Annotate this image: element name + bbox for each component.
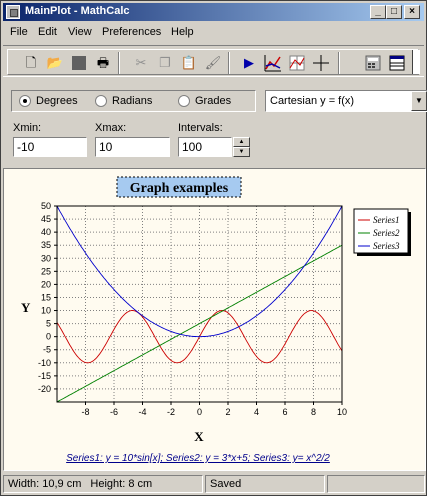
toolbar: 🗋 📂 🖶 ✂ ❐ 📋 🖌 ▶ — [3, 45, 424, 77]
table-icon[interactable] — [388, 54, 406, 72]
main-window: MainPlot - MathCalc _ □ × File Edit View… — [0, 0, 427, 496]
chart-footer: Series1: y = 10*sin[x]; Series2: y = 3*x… — [66, 453, 330, 464]
x-tick-label: 0 — [197, 407, 202, 417]
chart-svg: Graph examples -8 -6 -4 -2 0 2 4 6 8 10-20-15-10-… — [21, 176, 411, 464]
open-folder-icon[interactable]: 📂 — [46, 54, 64, 72]
brush-icon[interactable]: 🖌 — [204, 54, 222, 72]
radio-grades-indicator[interactable] — [178, 95, 190, 107]
menu-edit[interactable]: Edit — [38, 26, 57, 38]
x-tick-label: -4 — [138, 407, 146, 417]
toolbar-separator — [338, 52, 340, 74]
minimize-button[interactable]: _ — [370, 5, 386, 19]
maximize-button[interactable]: □ — [386, 5, 402, 19]
stepper-down-icon[interactable]: ▼ — [233, 147, 250, 157]
menu-file[interactable]: File — [10, 26, 28, 38]
legend-label-1: Series1 — [373, 215, 400, 225]
y-tick-label: 0 — [46, 332, 51, 342]
new-file-icon[interactable]: 🗋 — [22, 54, 40, 72]
menu-help[interactable]: Help — [171, 26, 194, 38]
xmin-label: Xmin: — [13, 122, 42, 134]
window-title: MainPlot - MathCalc — [25, 5, 130, 17]
legend-label-3: Series3 — [373, 241, 400, 251]
x-tick-label: 6 — [282, 407, 287, 417]
status-width: Width: 10,9 cm — [8, 478, 82, 490]
options-panel: Degrees Radians Grades Cartesian y = f(x… — [3, 81, 427, 166]
stepper-up-icon[interactable]: ▲ — [233, 137, 250, 147]
xmin-input[interactable]: -10 — [13, 137, 87, 157]
x-tick-label: -6 — [110, 407, 118, 417]
paste-icon[interactable]: 📋 — [180, 54, 198, 72]
print-icon[interactable]: 🖶 — [94, 54, 112, 72]
plot-area[interactable]: Graph examples -8 -6 -4 -2 0 2 4 6 8 10 -20 -15 -10-… — [3, 168, 426, 471]
calculator-icon[interactable] — [364, 54, 382, 72]
radio-degrees-indicator[interactable] — [19, 95, 31, 107]
menu-preferences[interactable]: Preferences — [102, 26, 161, 38]
y-tick-label: 25 — [41, 266, 51, 276]
angle-mode-group: Degrees Radians Grades — [11, 90, 256, 112]
radio-degrees-label: Degrees — [36, 95, 78, 107]
toolbar-overflow — [412, 50, 420, 74]
status-bar: Width: 10,9 cm Height: 8 cm Saved — [3, 473, 426, 494]
save-icon[interactable] — [70, 54, 88, 72]
cut-icon[interactable]: ✂ — [132, 54, 150, 72]
x-tick-label: -2 — [167, 407, 175, 417]
xmax-input[interactable]: 10 — [95, 137, 170, 157]
xmax-label: Xmax: — [95, 122, 127, 134]
menu-view[interactable]: View — [68, 26, 92, 38]
toolbar-separator — [118, 52, 120, 74]
toolbar-separator — [228, 52, 230, 74]
y-tick-label: 5 — [46, 319, 51, 329]
y-tick-label: 45 — [41, 214, 51, 224]
x-tick-label: 4 — [254, 407, 259, 417]
x-tick-label: -8 — [81, 407, 89, 417]
x-tick-label: 2 — [225, 407, 230, 417]
radio-grades-label: Grades — [195, 95, 232, 107]
status-height: Height: 8 cm — [90, 478, 153, 490]
y-tick-label: 50 — [41, 201, 51, 211]
y-tick-label: -5 — [43, 345, 51, 355]
y-tick-label: -15 — [38, 371, 51, 381]
status-extra — [327, 475, 425, 493]
y-tick-label: 20 — [41, 279, 51, 289]
status-dimensions: Width: 10,9 cm Height: 8 cm — [3, 475, 203, 493]
radio-radians-indicator[interactable] — [95, 95, 107, 107]
y-tick-label: -20 — [38, 384, 51, 394]
intervals-stepper[interactable]: ▲ ▼ — [233, 137, 250, 158]
close-button[interactable]: × — [404, 5, 420, 19]
plot-type-value: Cartesian y = f(x) — [270, 95, 355, 107]
copy-icon[interactable]: ❐ — [156, 54, 174, 72]
crosshair-icon[interactable] — [312, 54, 330, 72]
intervals-input[interactable]: 100 — [178, 137, 232, 157]
plot-type-select[interactable]: Cartesian y = f(x) ▼ — [265, 90, 427, 112]
title-bar[interactable]: MainPlot - MathCalc _ □ × — [3, 3, 424, 21]
x-tick-label: 10 — [337, 407, 347, 417]
run-icon[interactable]: ▶ — [240, 54, 258, 72]
y-tick-label: 35 — [41, 240, 51, 250]
y-tick-label: 40 — [41, 227, 51, 237]
status-state: Saved — [205, 475, 325, 493]
legend-label-2: Series2 — [373, 228, 400, 238]
app-icon[interactable] — [6, 5, 20, 19]
menu-bar: File Edit View Preferences Help — [3, 23, 424, 42]
x-tick-label: 8 — [311, 407, 316, 417]
chevron-down-icon[interactable]: ▼ — [411, 91, 427, 111]
y-tick-label: 10 — [41, 306, 51, 316]
radio-radians-label: Radians — [112, 95, 153, 107]
plot-frame — [56, 205, 343, 403]
legend: Series1 Series2 Series3 — [353, 208, 411, 256]
y-axis-label: Y — [21, 300, 31, 315]
y-tick-label: 30 — [41, 253, 51, 263]
x-axis-label: X — [194, 429, 204, 444]
intervals-label: Intervals: — [178, 122, 223, 134]
chart-title: Graph examples — [130, 181, 229, 196]
grid-chart-icon[interactable] — [288, 54, 306, 72]
y-tick-label: -10 — [38, 358, 51, 368]
y-tick-label: 15 — [41, 292, 51, 302]
line-chart-icon[interactable] — [264, 54, 282, 72]
